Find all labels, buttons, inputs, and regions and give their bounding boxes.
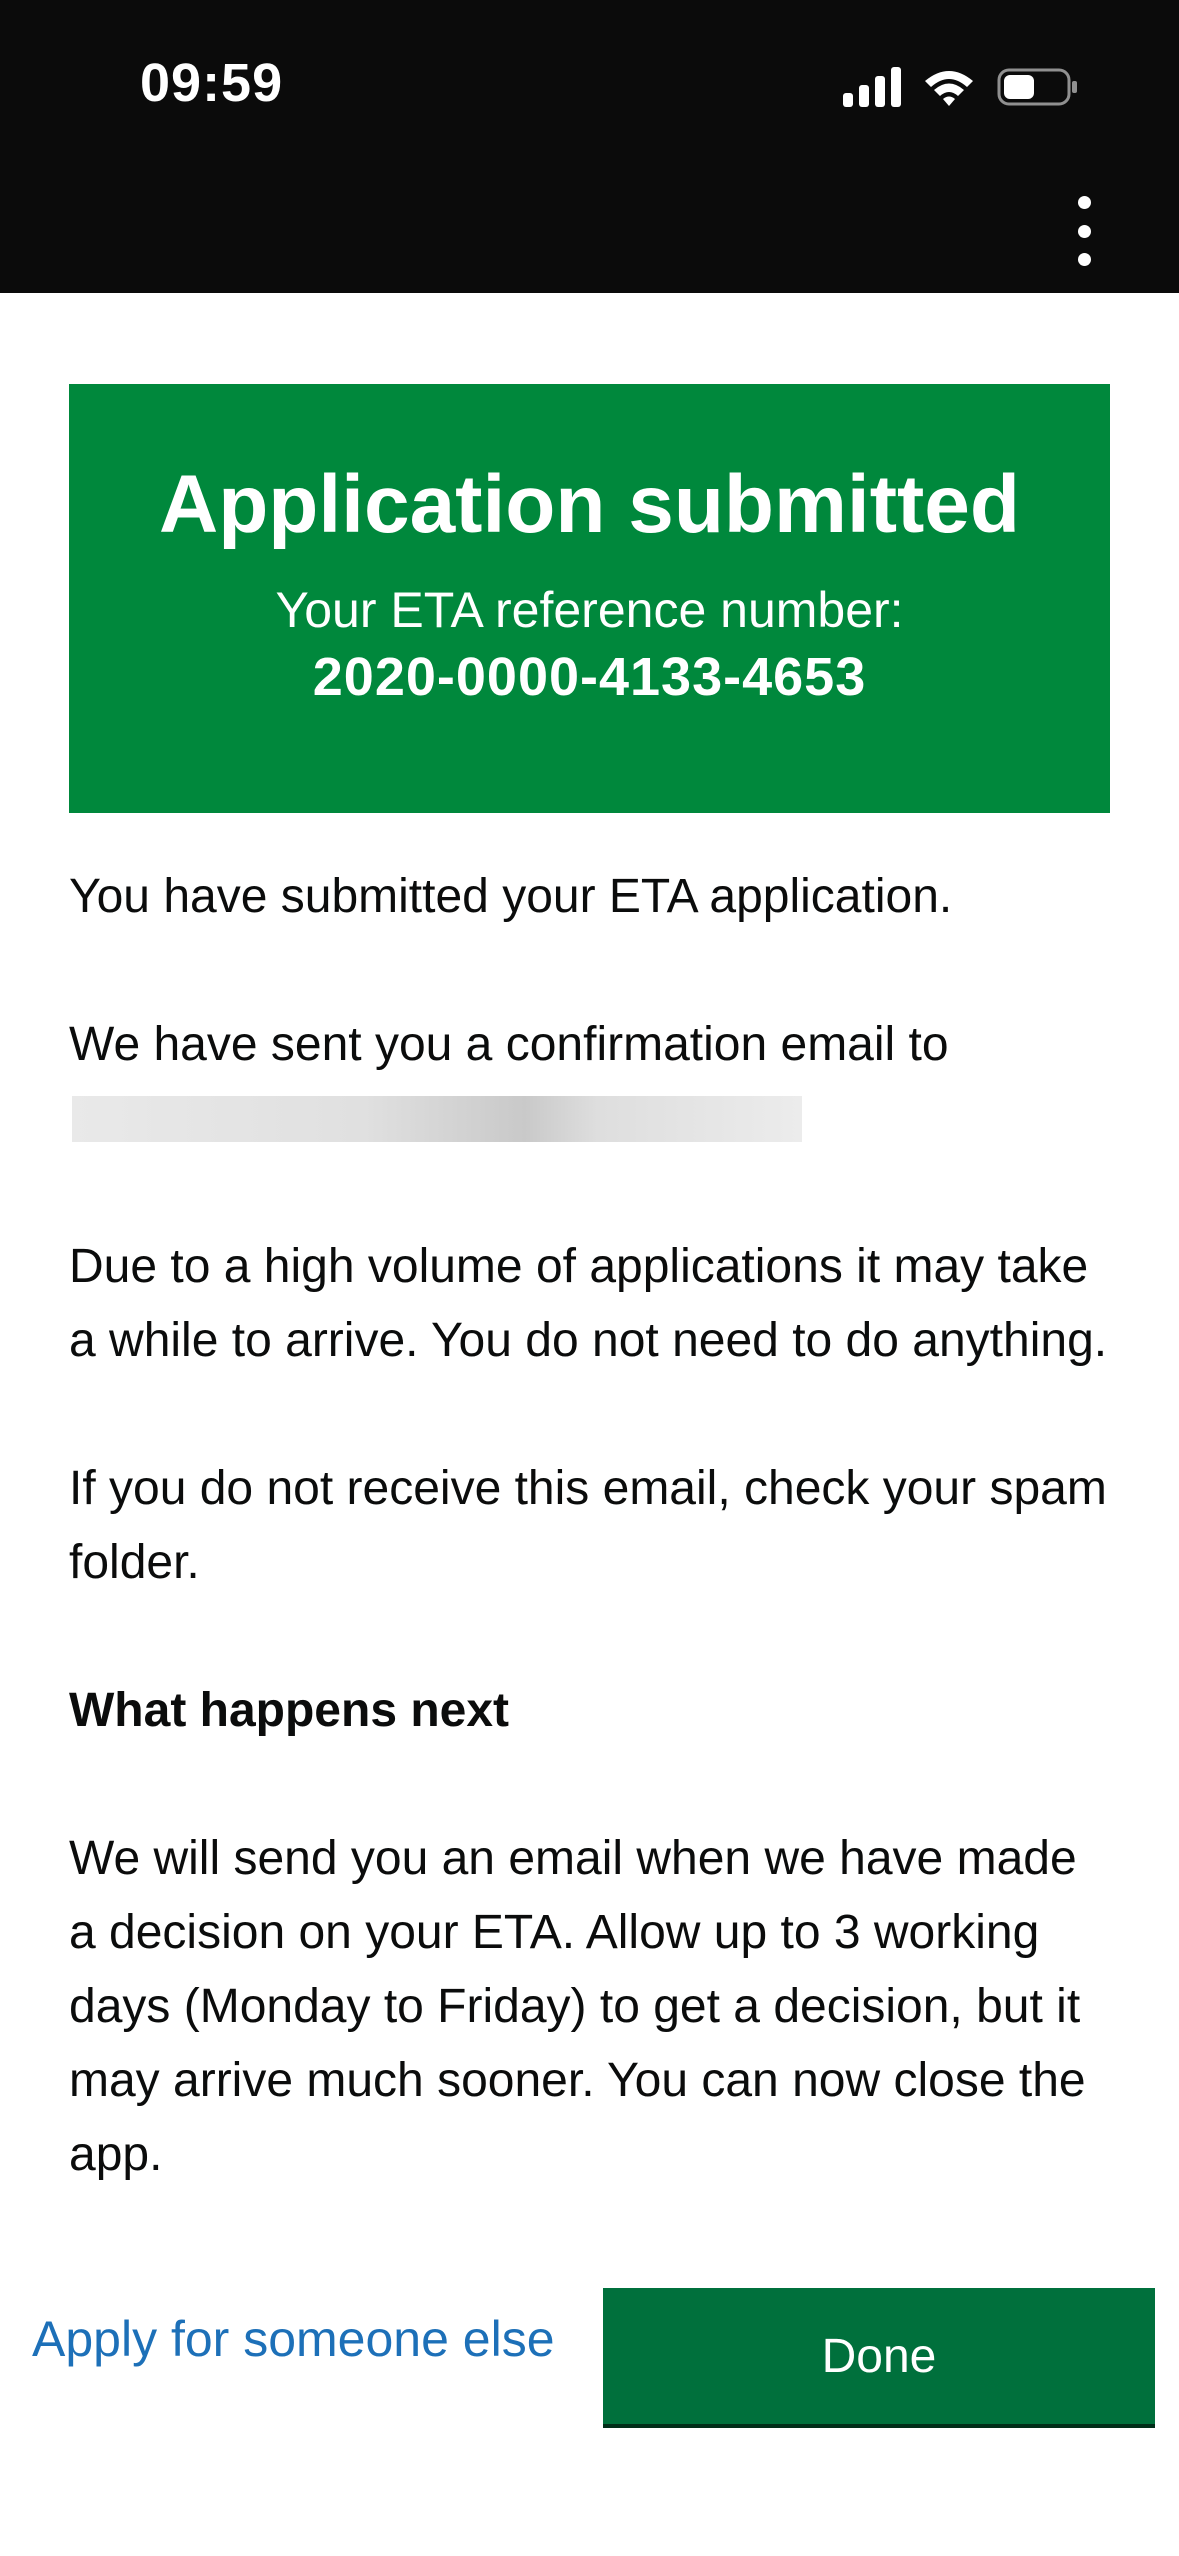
status-icons: [843, 62, 1079, 112]
done-button[interactable]: Done: [603, 2288, 1155, 2424]
email-sent-text: We have sent you a confirmation email to: [69, 1018, 949, 1071]
battery-icon: [997, 68, 1077, 106]
spam-text: If you do not receive this email, check …: [69, 1462, 1107, 1589]
redacted-email: [72, 1096, 802, 1142]
body-content: You have submitted your ETA application.…: [69, 860, 1109, 2235]
more-vertical-icon[interactable]: [1059, 196, 1109, 266]
status-time: 09:59: [140, 53, 284, 113]
reference-label: Your ETA reference number:: [275, 582, 904, 639]
panel-title: Application submitted: [159, 459, 1020, 550]
decision-text: We will send you an email when we have m…: [69, 1832, 1086, 2181]
cellular-signal-icon: [843, 67, 901, 107]
top-bar: 09:59: [0, 0, 1179, 293]
volume-text: Due to a high volume of applications it …: [69, 1240, 1108, 1367]
apply-someone-else-link[interactable]: Apply for someone else: [32, 2314, 555, 2364]
submitted-text: You have submitted your ETA application.: [69, 870, 953, 923]
confirmation-panel: Application submitted Your ETA reference…: [69, 384, 1110, 813]
wifi-icon: [925, 71, 973, 106]
reference-number: 2020-0000-4133-4653: [312, 647, 867, 708]
what-happens-next-heading: What happens next: [69, 1684, 510, 1737]
